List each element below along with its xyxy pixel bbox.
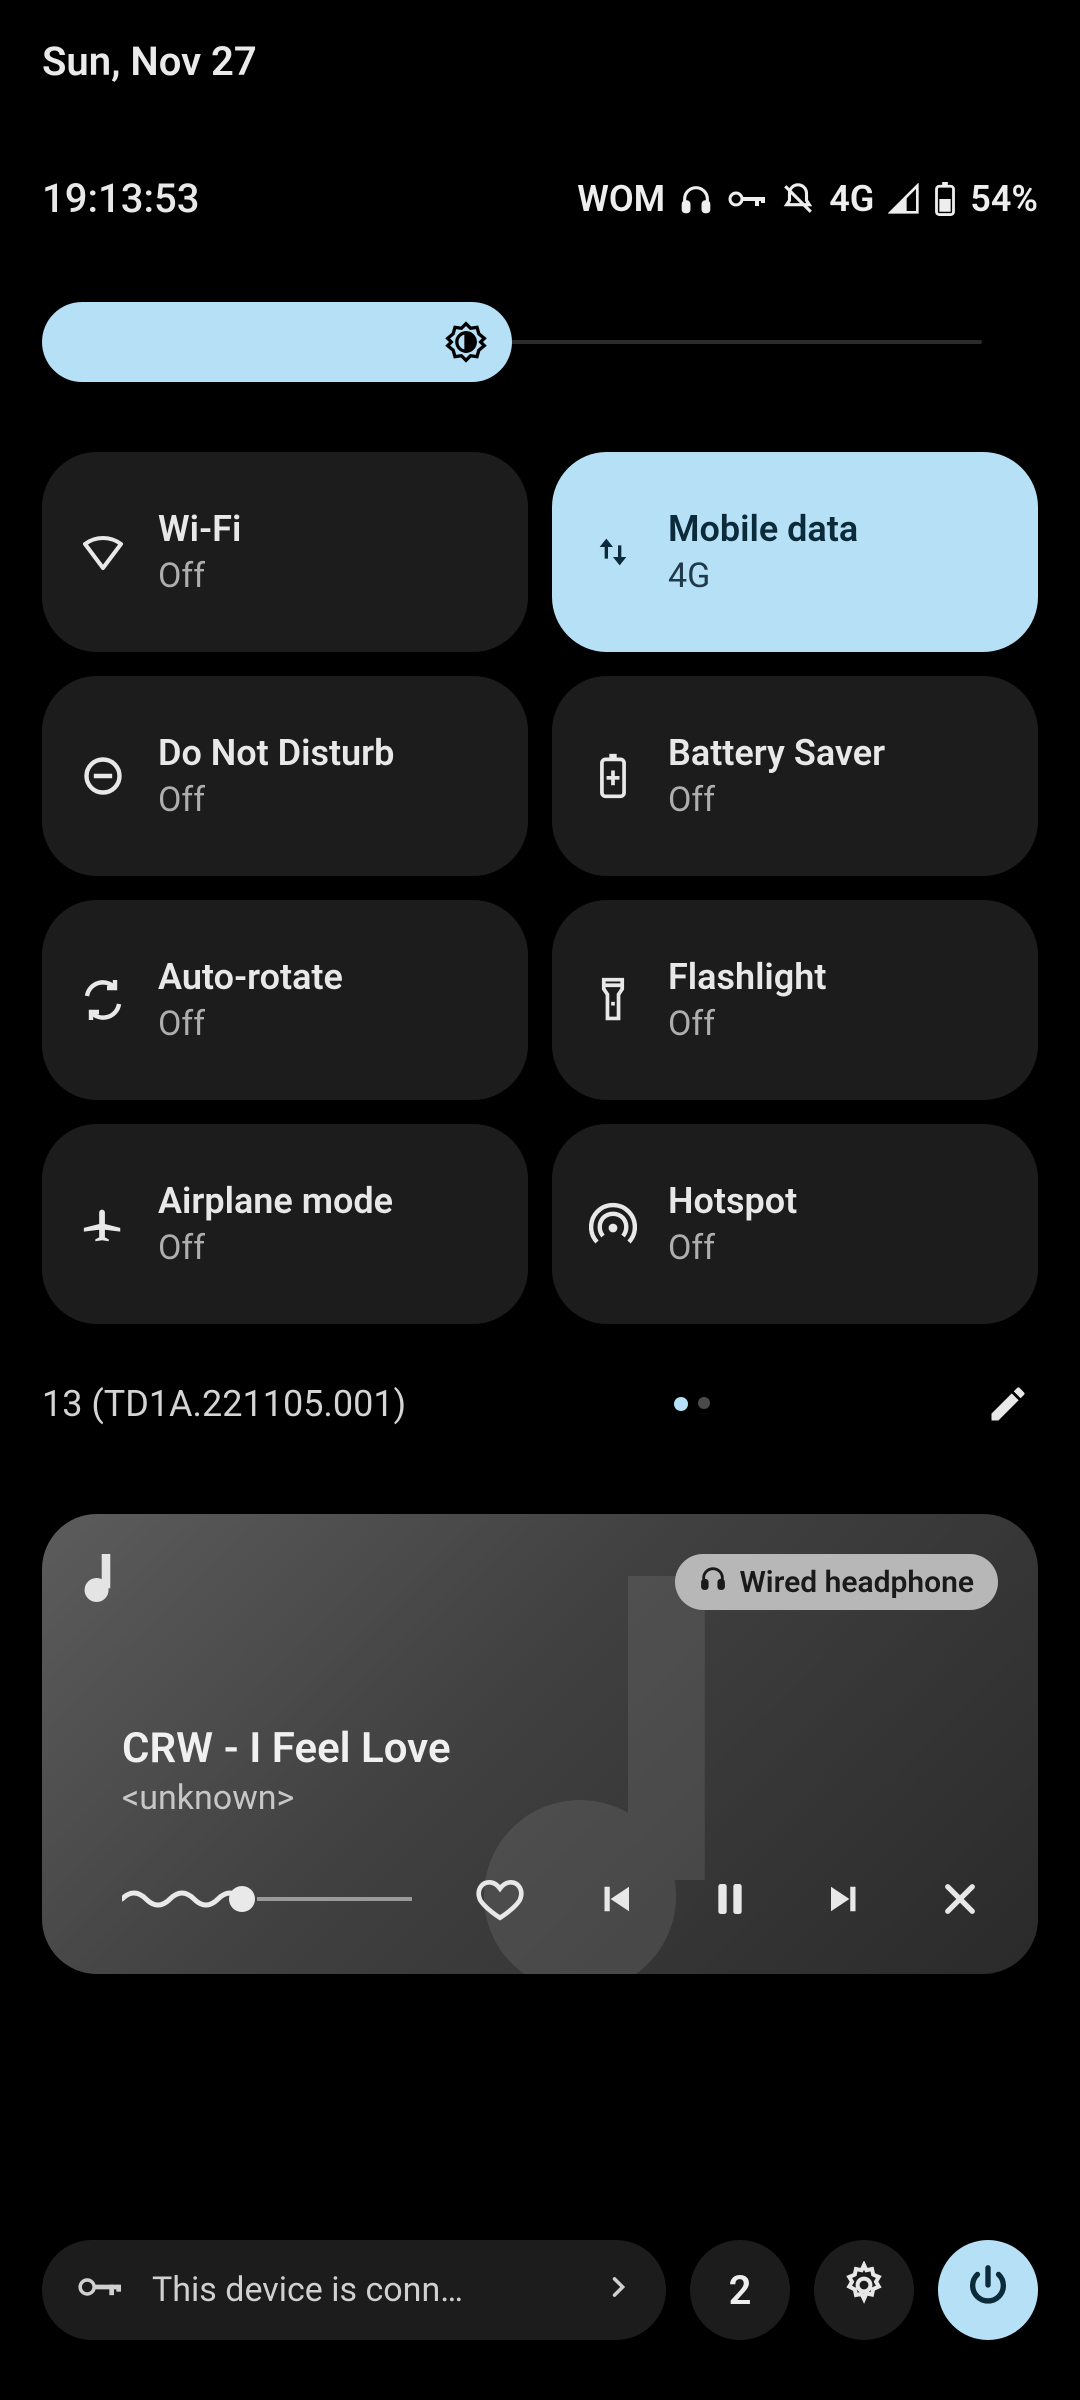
next-button[interactable] — [817, 1871, 873, 1927]
tile-sub: Off — [158, 780, 394, 820]
vpn-text: This device is conn… — [152, 2270, 576, 2310]
gear-icon — [840, 2261, 888, 2319]
close-media-button[interactable] — [932, 1871, 988, 1927]
users-button[interactable]: 2 — [690, 2240, 790, 2340]
users-count: 2 — [729, 2267, 752, 2314]
tile-title: Hotspot — [668, 1180, 797, 1222]
vpn-key-icon — [76, 2270, 124, 2310]
tile-sub: Off — [668, 1004, 826, 1044]
power-button[interactable] — [938, 2240, 1038, 2340]
battery-pct-label: 54% — [970, 178, 1038, 220]
power-icon — [965, 2262, 1011, 2318]
swap-icon — [586, 525, 640, 579]
carrier-label: WOM — [577, 178, 665, 220]
brightness-slider[interactable] — [42, 302, 1038, 382]
edit-tiles-button[interactable] — [978, 1374, 1038, 1434]
tile-title: Mobile data — [668, 508, 858, 550]
chevron-right-icon — [604, 2270, 632, 2310]
headphones-icon — [679, 182, 713, 216]
tile-title: Wi-Fi — [158, 508, 241, 550]
network-type-label: 4G — [829, 178, 874, 220]
dnd-off-icon — [781, 182, 815, 216]
tile-airplane[interactable]: Airplane mode Off — [42, 1124, 528, 1324]
settings-button[interactable] — [814, 2240, 914, 2340]
signal-icon — [888, 183, 920, 215]
brightness-fill — [42, 302, 512, 382]
time-label: 19:13:53 — [42, 175, 200, 222]
flashlight-icon — [586, 973, 640, 1027]
media-card: Wired headphone CRW - I Feel Love <unkno… — [42, 1514, 1038, 1974]
vpn-notification-pill[interactable]: This device is conn… — [42, 2240, 666, 2340]
tile-sub: Off — [158, 1004, 343, 1044]
tile-title: Flashlight — [668, 956, 826, 998]
favorite-button[interactable] — [472, 1871, 528, 1927]
previous-button[interactable] — [587, 1871, 643, 1927]
progress-knob[interactable] — [229, 1886, 255, 1912]
tile-sub: Off — [158, 556, 241, 596]
tile-title: Battery Saver — [668, 732, 885, 774]
date-label: Sun, Nov 27 — [42, 0, 1038, 85]
music-app-icon — [82, 1554, 122, 1604]
tile-hotspot[interactable]: Hotspot Off — [552, 1124, 1038, 1324]
tile-title: Auto-rotate — [158, 956, 343, 998]
battery-icon — [934, 182, 956, 216]
output-chip-label: Wired headphone — [739, 1565, 974, 1600]
output-chip[interactable]: Wired headphone — [675, 1554, 998, 1610]
tile-title: Airplane mode — [158, 1180, 393, 1222]
tile-flashlight[interactable]: Flashlight Off — [552, 900, 1038, 1100]
battery-plus-icon — [586, 749, 640, 803]
tile-sub: Off — [158, 1228, 393, 1268]
vpn-key-icon — [727, 187, 767, 211]
brightness-icon — [444, 320, 488, 364]
tile-sub: Off — [668, 1228, 797, 1268]
tile-title: Do Not Disturb — [158, 732, 394, 774]
headphones-icon — [699, 1564, 727, 1600]
tile-wifi[interactable]: Wi-Fi Off — [42, 452, 528, 652]
tile-auto-rotate[interactable]: Auto-rotate Off — [42, 900, 528, 1100]
status-bar: 19:13:53 WOM 4G 54% — [42, 175, 1038, 222]
pause-button[interactable] — [702, 1871, 758, 1927]
wifi-icon — [76, 525, 130, 579]
quick-settings-grid: Wi-Fi Off Mobile data 4G Do Not Disturb … — [42, 452, 1038, 1324]
media-progress[interactable] — [122, 1884, 412, 1914]
tile-dnd[interactable]: Do Not Disturb Off — [42, 676, 528, 876]
build-label: 13 (TD1A.221105.001) — [42, 1383, 406, 1425]
tile-battery-saver[interactable]: Battery Saver Off — [552, 676, 1038, 876]
airplane-icon — [76, 1197, 130, 1251]
tile-mobile-data[interactable]: Mobile data 4G — [552, 452, 1038, 652]
dnd-icon — [76, 749, 130, 803]
tile-sub: 4G — [668, 556, 858, 596]
tile-sub: Off — [668, 780, 885, 820]
page-indicator — [674, 1397, 710, 1411]
rotate-icon — [76, 973, 130, 1027]
track-title: CRW - I Feel Love — [122, 1724, 451, 1773]
track-artist: <unknown> — [122, 1778, 294, 1818]
hotspot-icon — [586, 1197, 640, 1251]
